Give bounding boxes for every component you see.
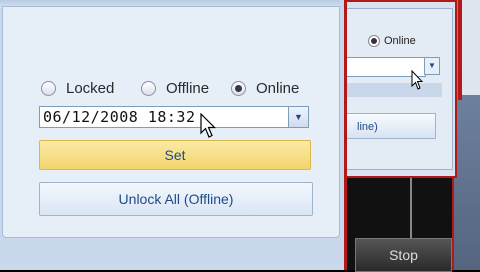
unlock-all-offline-button[interactable]: Unlock All (Offline) bbox=[39, 182, 313, 216]
online-radio-label: Online bbox=[384, 35, 416, 47]
radio-online-button[interactable] bbox=[231, 81, 246, 96]
divider bbox=[410, 178, 412, 238]
stop-button[interactable]: Stop bbox=[355, 238, 452, 272]
window-panel: Online ▼ line) bbox=[345, 8, 453, 170]
mouse-cursor-icon bbox=[411, 70, 424, 90]
online-radio[interactable] bbox=[368, 35, 380, 47]
window-strip bbox=[462, 0, 480, 95]
datetime-input[interactable]: 06/12/2008 18:32 bbox=[39, 106, 309, 128]
radio-online-label: Online bbox=[256, 80, 300, 97]
radio-locked[interactable]: Locked bbox=[41, 80, 114, 97]
radio-online[interactable]: Online bbox=[231, 80, 299, 97]
dropdown-arrow-icon[interactable]: ▼ bbox=[424, 57, 440, 75]
radio-locked-button[interactable] bbox=[41, 81, 56, 96]
background-window-middle: Online ▼ line) bbox=[345, 0, 457, 178]
front-window: Locked Offline Online 06/12/2008 18:32 ▼… bbox=[0, 0, 347, 270]
datetime-dropdown-icon[interactable]: ▼ bbox=[288, 107, 308, 127]
unlock-button[interactable]: line) bbox=[346, 113, 436, 139]
radio-locked-label: Locked bbox=[66, 80, 115, 97]
radio-offline[interactable]: Offline bbox=[141, 80, 209, 97]
radio-offline-label: Offline bbox=[166, 80, 210, 97]
set-bar[interactable] bbox=[346, 83, 442, 97]
radio-offline-button[interactable] bbox=[141, 81, 156, 96]
set-button[interactable]: Set bbox=[39, 140, 311, 170]
background-dark-area: Stop bbox=[345, 178, 452, 272]
mouse-cursor-icon bbox=[200, 113, 216, 138]
